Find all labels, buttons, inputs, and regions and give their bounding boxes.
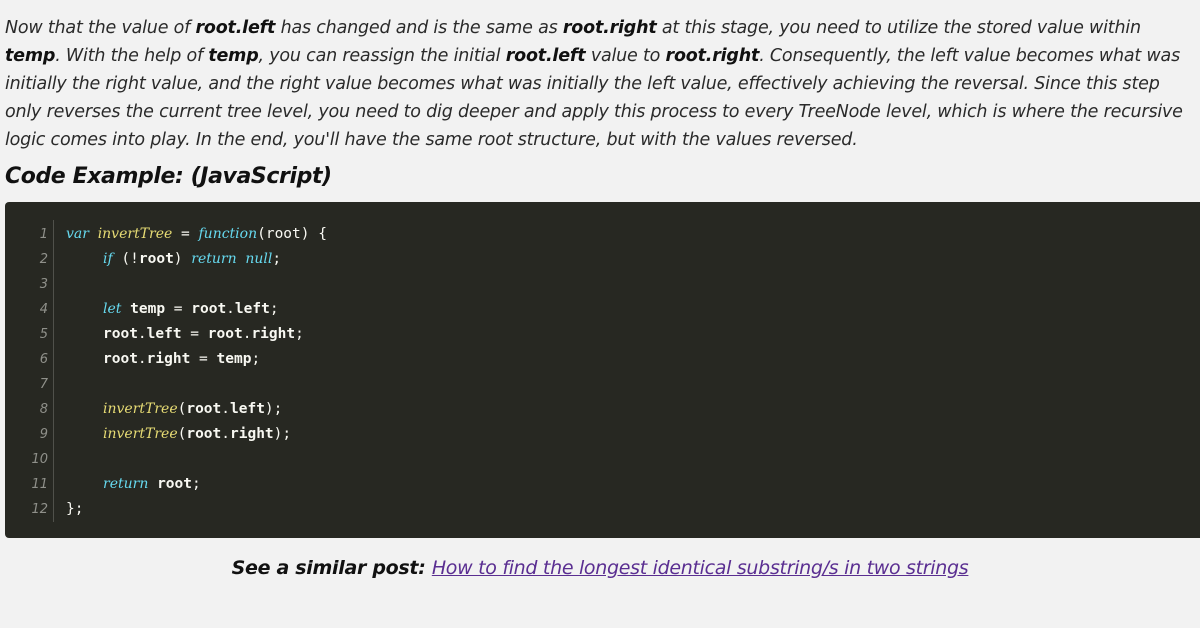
code-function-name: invertTree — [103, 426, 178, 442]
code-line-1: var invertTree = function(root) { — [66, 222, 327, 247]
line-number: 12 — [31, 502, 48, 517]
code-text: ; — [295, 326, 304, 342]
code-text: ; — [192, 476, 201, 492]
code-keyword: null — [245, 251, 273, 267]
code-text: ) — [173, 251, 192, 267]
code-identifier: left — [230, 401, 265, 417]
code-text: ); — [273, 426, 292, 442]
code-function-name: invertTree — [103, 401, 178, 417]
code-line-2: if (!root) return null; — [66, 247, 281, 272]
code-text: ; — [272, 251, 282, 267]
gutter-divider — [53, 220, 54, 522]
code-identifier: root — [157, 476, 192, 492]
code-identifier: right — [146, 351, 191, 367]
code-line-11: return root; — [66, 472, 201, 497]
line-number: 9 — [39, 427, 48, 442]
code-text: . — [221, 426, 230, 442]
article-paragraph: Now that the value of root.left has chan… — [5, 14, 1195, 154]
code-text: ; — [269, 301, 279, 317]
code-operator: = — [172, 226, 199, 242]
line-number: 11 — [31, 477, 48, 492]
code-line-12: }; — [66, 497, 83, 522]
code-keyword: let — [103, 301, 122, 317]
code-line-4: let temp = root.left; — [66, 297, 279, 322]
code-function-name: invertTree — [97, 226, 173, 242]
code-block[interactable]: 1 2 3 4 5 6 7 8 9 10 11 12 var invertTre… — [5, 202, 1200, 538]
code-identifier: root — [103, 351, 138, 367]
code-text: . — [137, 326, 147, 342]
line-number: 4 — [39, 302, 48, 317]
code-example-heading: Code Example: (JavaScript) — [5, 164, 332, 189]
line-number: 1 — [39, 227, 48, 242]
code-keyword: if — [103, 251, 113, 267]
code-text: (root) { — [257, 226, 327, 242]
code-text: }; — [66, 501, 84, 517]
line-number: 3 — [39, 277, 48, 292]
line-number: 6 — [39, 352, 48, 367]
paragraph-emphasis: root.left — [195, 18, 276, 38]
paragraph-text: value to — [585, 46, 666, 66]
code-keyword: return — [191, 251, 237, 267]
code-operator: = — [181, 326, 208, 342]
code-identifier: root — [186, 401, 222, 417]
paragraph-emphasis: root.left — [505, 46, 586, 66]
code-keyword: return — [103, 476, 149, 492]
code-text: (! — [112, 251, 139, 267]
code-identifier: temp — [130, 301, 166, 317]
code-identifier: root — [191, 301, 227, 317]
code-text: . — [226, 301, 235, 317]
code-identifier: root — [186, 426, 222, 442]
code-line-6: root.right = temp; — [66, 347, 260, 372]
line-number: 7 — [39, 377, 48, 392]
code-keyword: function — [198, 226, 258, 242]
code-identifier: root — [207, 326, 243, 342]
code-identifier: right — [251, 326, 296, 342]
similar-post: See a similar post: How to find the long… — [0, 557, 1200, 579]
code-line-8: invertTree(root.left); — [66, 397, 282, 422]
line-number: 8 — [39, 402, 48, 417]
code-text: . — [137, 351, 147, 367]
line-number: 5 — [39, 327, 48, 342]
code-line-5: root.left = root.right; — [66, 322, 304, 347]
code-identifier: right — [230, 426, 274, 442]
paragraph-text: . With the help of — [55, 46, 209, 66]
code-identifier: left — [146, 326, 182, 342]
paragraph-text: Now that the value of — [5, 18, 196, 38]
paragraph-emphasis: root.right — [562, 18, 657, 38]
code-identifier: left — [234, 301, 270, 317]
paragraph-emphasis: temp — [208, 46, 259, 66]
code-operator: = — [165, 301, 192, 317]
paragraph-emphasis: temp — [5, 46, 56, 66]
code-operator: = — [190, 351, 217, 367]
paragraph-text: , you can reassign the initial — [258, 46, 506, 66]
similar-post-label: See a similar post: — [231, 557, 432, 579]
paragraph-text: has changed and is the same as — [275, 18, 563, 38]
line-number: 2 — [39, 252, 48, 267]
code-identifier: temp — [216, 351, 252, 367]
paragraph-emphasis: root.right — [665, 46, 760, 66]
similar-post-link[interactable]: How to find the longest identical substr… — [432, 557, 969, 579]
code-text: ; — [251, 351, 261, 367]
line-number: 10 — [31, 452, 48, 467]
code-line-9: invertTree(root.right); — [66, 422, 291, 447]
code-text: ); — [264, 401, 283, 417]
code-text: . — [221, 401, 230, 417]
paragraph-text: at this stage, you need to utilize the s… — [656, 18, 1141, 38]
line-number-gutter: 1 2 3 4 5 6 7 8 9 10 11 12 — [5, 202, 52, 538]
code-identifier: root — [103, 326, 138, 342]
code-identifier: root — [138, 251, 174, 267]
code-keyword: var — [66, 226, 89, 242]
